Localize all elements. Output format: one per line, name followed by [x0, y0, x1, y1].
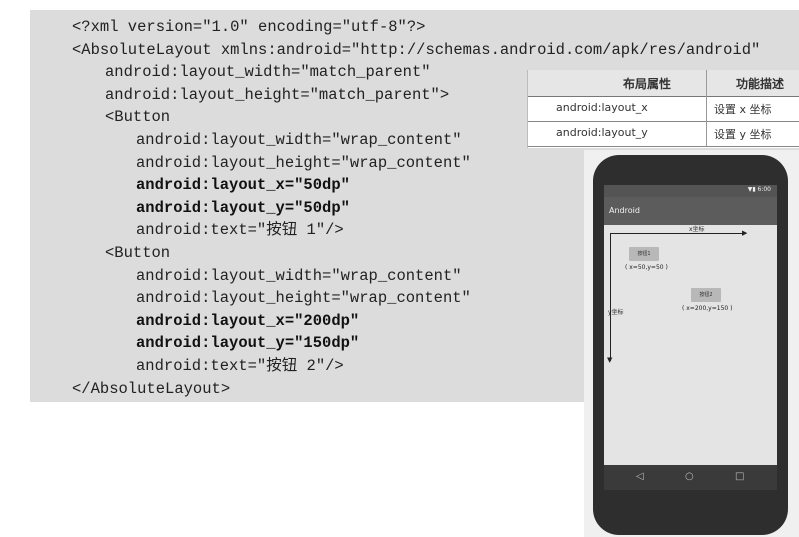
code-line: android:layout_y="150dp" [136, 334, 360, 353]
app-bar: Android [604, 197, 777, 225]
table-row: android:layout_x 设置 x 坐标 [528, 97, 799, 122]
status-bar: ▼▮ 6:00 [604, 185, 777, 197]
code-line: android:layout_height="match_parent"> [105, 85, 450, 104]
x-axis-arrow-icon: ▶ [742, 229, 748, 237]
code-line: <Button [105, 108, 171, 127]
table-header-row: 布局属性 功能描述 [528, 70, 799, 97]
code-line: </AbsoluteLayout> [72, 379, 231, 398]
app-title: Android [609, 206, 640, 215]
table-cell-attribute: android:layout_x [556, 101, 648, 114]
code-line: android:layout_y="50dp" [136, 198, 350, 217]
code-line: android:layout_x="200dp" [136, 311, 360, 330]
layout-content: ▶ ▼ x坐标 y坐标 按钮1 ( x=50,y=50 ) 按钮2 ( x=20… [604, 225, 777, 465]
code-line: android:layout_width="wrap_content" [136, 266, 462, 285]
button1-coordinate-label: ( x=50,y=50 ) [625, 264, 668, 271]
nav-bar: ◁ ○ □ [604, 465, 777, 490]
code-line: android:text="按钮 2"/> [136, 357, 344, 375]
button2-coordinate-label: ( x=200,y=150 ) [682, 305, 733, 312]
code-line: <Button [105, 244, 171, 262]
y-axis-label: y坐标 [608, 309, 624, 316]
table-cell-attribute: android:layout_y [556, 126, 648, 139]
phone-body: ▼▮ 6:00 Android ▶ ▼ x坐标 y坐标 按钮1 ( x=50,y… [593, 155, 788, 535]
table-cell-description: 设置 y 坐标 [714, 128, 772, 141]
home-icon[interactable]: ○ [685, 471, 694, 482]
phone-screen: ▼▮ 6:00 Android ▶ ▼ x坐标 y坐标 按钮1 ( x=50,y… [604, 185, 777, 490]
table-row: android:layout_y 设置 y 坐标 [528, 122, 799, 147]
status-time: ▼▮ 6:00 [747, 186, 771, 193]
table-cell-description: 设置 x 坐标 [714, 103, 772, 116]
code-line: android:layout_height="wrap_content" [136, 153, 471, 172]
table-header-attribute: 布局属性 [623, 77, 672, 91]
code-line: android:layout_width="match_parent" [105, 63, 431, 82]
recent-apps-icon[interactable]: □ [735, 471, 744, 482]
code-line: <AbsoluteLayout xmlns:android="http://sc… [72, 40, 761, 59]
code-line: <?xml version="1.0" encoding="utf-8"?> [72, 18, 426, 36]
table-column-divider [706, 70, 707, 146]
demo-button-1[interactable]: 按钮1 [629, 247, 659, 261]
y-axis-arrow-icon: ▼ [607, 356, 613, 364]
x-axis-label: x坐标 [689, 226, 705, 233]
table-header-description: 功能描述 [736, 77, 785, 91]
y-axis-line [610, 233, 611, 361]
phone-mockup: ▼▮ 6:00 Android ▶ ▼ x坐标 y坐标 按钮1 ( x=50,y… [584, 150, 799, 537]
back-icon[interactable]: ◁ [636, 471, 644, 482]
code-line: android:layout_x="50dp" [136, 176, 350, 195]
code-line: android:layout_height="wrap_content" [136, 289, 471, 308]
code-line: android:text="按钮 1"/> [136, 221, 344, 240]
demo-button-2[interactable]: 按钮2 [691, 288, 721, 302]
code-line: android:layout_width="wrap_content" [136, 131, 462, 149]
attribute-table: 布局属性 功能描述 android:layout_x 设置 x 坐标 andro… [527, 70, 799, 148]
x-axis-line [610, 233, 745, 234]
